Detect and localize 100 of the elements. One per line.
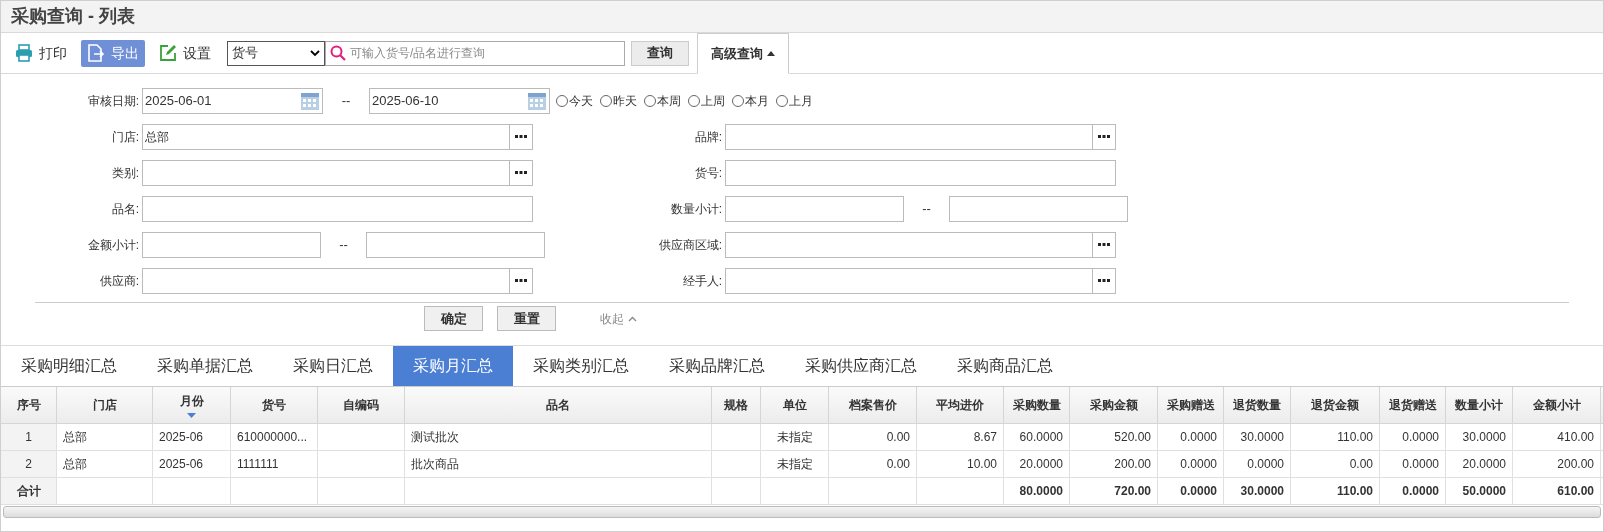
date-radio[interactable]: 上周 bbox=[688, 92, 725, 110]
caret-up-icon bbox=[767, 51, 775, 56]
printer-icon bbox=[15, 44, 33, 62]
table-cell: 0.0000 bbox=[1158, 451, 1224, 477]
column-header[interactable]: 品名 bbox=[405, 387, 712, 423]
table-cell: 测试批次 bbox=[405, 424, 712, 450]
tab[interactable]: 采购明细汇总 bbox=[1, 346, 137, 386]
tab[interactable]: 采购品牌汇总 bbox=[649, 346, 785, 386]
field-label: 货号: bbox=[693, 165, 723, 182]
table-cell: 总部 bbox=[57, 424, 153, 450]
tab[interactable]: 采购日汇总 bbox=[273, 346, 393, 386]
date-radio[interactable]: 上月 bbox=[776, 92, 813, 110]
column-header[interactable]: 规格 bbox=[712, 387, 761, 423]
table-cell: 0.0000 bbox=[1380, 478, 1446, 504]
field-label: 供应商: bbox=[98, 273, 140, 290]
tab[interactable]: 采购类别汇总 bbox=[513, 346, 649, 386]
calendar-icon bbox=[300, 91, 320, 111]
picker-field[interactable]: 总部 bbox=[142, 124, 533, 150]
tab[interactable]: 采购商品汇总 bbox=[937, 346, 1073, 386]
table-cell: 30.0000 bbox=[1446, 424, 1513, 450]
text-field[interactable] bbox=[725, 196, 904, 222]
collapse-link[interactable]: 收起 bbox=[600, 309, 637, 328]
table-cell: 0.0000 bbox=[1380, 451, 1446, 477]
date-radio[interactable]: 本周 bbox=[644, 92, 681, 110]
field-label: 类别: bbox=[110, 165, 140, 182]
calendar-icon bbox=[527, 91, 547, 111]
tab[interactable]: 采购供应商汇总 bbox=[785, 346, 937, 386]
picker-field[interactable] bbox=[725, 232, 1116, 258]
column-header[interactable]: 退货数量 bbox=[1224, 387, 1291, 423]
text-field[interactable] bbox=[366, 232, 545, 258]
print-button[interactable]: 打印 bbox=[11, 39, 71, 67]
date-radio[interactable]: 本月 bbox=[732, 92, 769, 110]
range-separator: -- bbox=[340, 92, 352, 111]
text-field[interactable] bbox=[949, 196, 1128, 222]
field-label: 经手人: bbox=[681, 273, 723, 290]
form-button[interactable]: 确定 bbox=[424, 306, 483, 331]
column-header[interactable]: 退货金额 bbox=[1291, 387, 1380, 423]
column-header[interactable]: 平均进价 bbox=[917, 387, 1004, 423]
column-header[interactable]: 货号 bbox=[231, 387, 318, 423]
table-cell: 520.00 bbox=[1070, 424, 1158, 450]
text-field[interactable] bbox=[142, 232, 321, 258]
table-cell: 总部 bbox=[57, 451, 153, 477]
field-label: 门店: bbox=[110, 129, 140, 146]
picker-field[interactable] bbox=[142, 268, 533, 294]
settings-button[interactable]: 设置 bbox=[155, 39, 215, 67]
field-label: 数量小计: bbox=[669, 201, 723, 218]
table-cell: 10.00 bbox=[917, 451, 1004, 477]
table-cell: 20.0000 bbox=[1446, 451, 1513, 477]
column-header[interactable]: 档案售价 bbox=[829, 387, 917, 423]
table-cell: 合计 bbox=[1, 478, 57, 504]
sort-down-icon bbox=[187, 413, 196, 418]
table-cell: 0.0000 bbox=[1158, 424, 1224, 450]
tab[interactable]: 采购月汇总 bbox=[393, 346, 513, 386]
text-field[interactable] bbox=[725, 160, 1116, 186]
column-header[interactable]: 金额小计 bbox=[1513, 387, 1601, 423]
form-button[interactable]: 重置 bbox=[497, 306, 556, 331]
date-field[interactable]: 2025-06-10 bbox=[369, 88, 550, 114]
table-cell: 0.00 bbox=[1291, 451, 1380, 477]
table-cell: 1 bbox=[1, 424, 57, 450]
field-label: 品名: bbox=[110, 201, 140, 218]
chevron-down-icon bbox=[310, 49, 320, 57]
column-header[interactable]: 自编码 bbox=[318, 387, 405, 423]
field-label: 品牌: bbox=[693, 129, 723, 146]
column-header[interactable]: 月份 bbox=[153, 387, 231, 423]
picker-field[interactable] bbox=[725, 124, 1116, 150]
export-icon bbox=[87, 44, 105, 62]
table-cell: 0.0000 bbox=[1158, 478, 1224, 504]
search-field[interactable]: 可输入货号/品名进行查询 bbox=[325, 40, 625, 66]
picker-field[interactable] bbox=[725, 268, 1116, 294]
query-button[interactable]: 查询 bbox=[631, 40, 689, 66]
range-separator: -- bbox=[921, 200, 932, 219]
column-header[interactable]: 单位 bbox=[761, 387, 829, 423]
window-title: 采购查询 - 列表 bbox=[11, 5, 135, 28]
column-header[interactable]: 数量小计 bbox=[1446, 387, 1513, 423]
table-cell: 2025-06 bbox=[153, 451, 231, 477]
table-cell: 8.67 bbox=[917, 424, 1004, 450]
table-cell: 0.0000 bbox=[1224, 451, 1291, 477]
column-header[interactable]: 退货赠送 bbox=[1380, 387, 1446, 423]
search-type-select[interactable]: 货号 bbox=[227, 40, 325, 66]
picker-field[interactable] bbox=[142, 160, 533, 186]
date-radio[interactable]: 昨天 bbox=[600, 92, 637, 110]
table-cell: 20.0000 bbox=[1004, 451, 1070, 477]
table-cell: 720.00 bbox=[1070, 478, 1158, 504]
column-header[interactable]: 采购赠送 bbox=[1158, 387, 1224, 423]
horizontal-scrollbar[interactable] bbox=[3, 506, 1601, 518]
column-header[interactable]: 序号 bbox=[1, 387, 57, 423]
column-header[interactable]: 采购数量 bbox=[1004, 387, 1070, 423]
tab[interactable]: 采购单据汇总 bbox=[137, 346, 273, 386]
date-field[interactable]: 2025-06-01 bbox=[142, 88, 323, 114]
advanced-search-tab[interactable]: 高级查询 bbox=[697, 33, 789, 74]
table-cell: 200.00 bbox=[1070, 451, 1158, 477]
text-field[interactable] bbox=[142, 196, 533, 222]
table-cell: 110.00 bbox=[1291, 424, 1380, 450]
column-header[interactable]: 采购金额 bbox=[1070, 387, 1158, 423]
table-cell: 2 bbox=[1, 451, 57, 477]
table-cell: 110.00 bbox=[1291, 478, 1380, 504]
field-label: 金额小计: bbox=[86, 237, 140, 254]
table-cell: 410.00 bbox=[1513, 424, 1601, 450]
column-header[interactable]: 门店 bbox=[57, 387, 153, 423]
date-radio[interactable]: 今天 bbox=[556, 92, 593, 110]
